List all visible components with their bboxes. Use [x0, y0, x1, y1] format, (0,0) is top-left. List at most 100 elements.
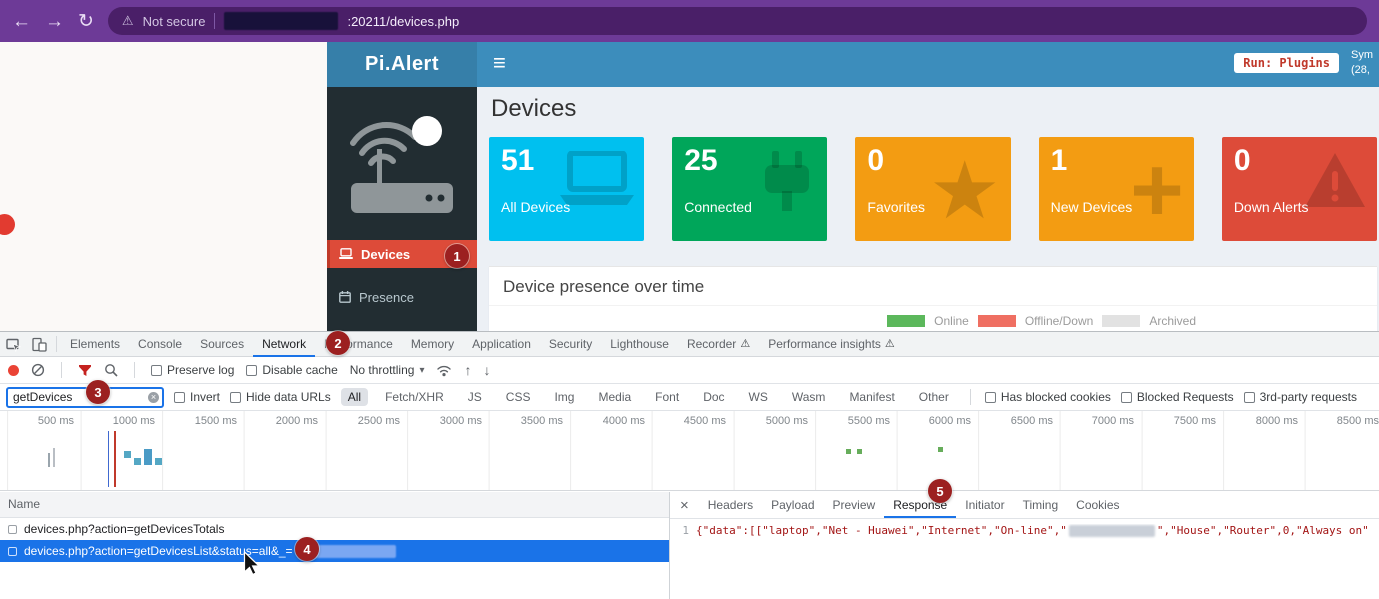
clear-icon[interactable] — [31, 363, 45, 377]
detail-tab-initiator[interactable]: Initiator — [956, 492, 1013, 518]
device-toolbar-icon[interactable] — [26, 332, 52, 357]
filter-chip-other[interactable]: Other — [912, 388, 956, 406]
refresh-icon[interactable]: ↻ — [78, 12, 94, 31]
legend-label[interactable]: Offline/Down — [1025, 314, 1093, 328]
not-secure-label[interactable]: Not secure — [143, 14, 206, 29]
chevron-down-icon: ▾ — [419, 365, 424, 376]
filter-icon[interactable] — [78, 364, 92, 377]
request-list-pane: Name devices.php?action=getDevicesTotals… — [0, 492, 670, 599]
disable-cache-checkbox[interactable]: Disable cache — [246, 363, 337, 377]
checkbox[interactable] — [151, 365, 162, 376]
checkbox[interactable] — [174, 392, 185, 403]
search-icon[interactable] — [104, 363, 118, 377]
filter-chip-manifest[interactable]: Manifest — [842, 388, 901, 406]
filter-chip-all[interactable]: All — [341, 388, 368, 406]
card-connected[interactable]: 25 Connected — [672, 137, 827, 241]
detail-tab-timing[interactable]: Timing — [1014, 492, 1068, 518]
tab-security[interactable]: Security — [540, 332, 601, 357]
detail-tab-cookies[interactable]: Cookies — [1067, 492, 1128, 518]
request-row-selected[interactable]: devices.php?action=getDevicesList&status… — [0, 540, 669, 562]
filter-chip-ws[interactable]: WS — [742, 388, 775, 406]
legend-label[interactable]: Archived — [1149, 314, 1196, 328]
has-blocked-cookies-checkbox[interactable]: Has blocked cookies — [985, 390, 1111, 404]
back-icon[interactable]: ← — [12, 12, 31, 31]
checkbox[interactable] — [1121, 392, 1132, 403]
close-icon[interactable]: × — [670, 497, 699, 514]
blocked-requests-checkbox[interactable]: Blocked Requests — [1121, 390, 1234, 404]
detail-tab-headers[interactable]: Headers — [699, 492, 762, 518]
invert-checkbox[interactable]: Invert — [174, 390, 220, 404]
third-party-requests-checkbox[interactable]: 3rd-party requests — [1244, 390, 1357, 404]
tab-application[interactable]: Application — [463, 332, 540, 357]
checkbox[interactable] — [985, 392, 996, 403]
tab-sources[interactable]: Sources — [191, 332, 253, 357]
filter-chip-js[interactable]: JS — [461, 388, 489, 406]
card-all-devices[interactable]: 51 All Devices — [489, 137, 644, 241]
inspect-element-icon[interactable] — [0, 332, 26, 357]
tab-memory[interactable]: Memory — [402, 332, 463, 357]
timeline-activity-mark — [155, 458, 162, 465]
tab-elements[interactable]: Elements — [61, 332, 129, 357]
detail-tab-payload[interactable]: Payload — [762, 492, 823, 518]
timeline-tick-label: 6500 ms — [983, 415, 1053, 427]
legend-swatch-offline — [978, 315, 1016, 327]
request-list-header[interactable]: Name — [0, 492, 669, 518]
timeline-tick-label: 2500 ms — [330, 415, 400, 427]
preserve-log-checkbox[interactable]: Preserve log — [151, 363, 234, 377]
checkbox[interactable] — [1244, 392, 1255, 403]
timeline-tick-label: 5000 ms — [738, 415, 808, 427]
hide-data-urls-checkbox[interactable]: Hide data URLs — [230, 390, 331, 404]
not-secure-warning-icon[interactable]: ⚠ — [122, 13, 134, 29]
tab-network[interactable]: Network — [253, 332, 315, 357]
timeline-activity-mark — [53, 448, 55, 467]
timeline-tick-label: 1500 ms — [167, 415, 237, 427]
timeline-activity-mark — [144, 449, 152, 465]
menu-toggle-icon[interactable]: ≡ — [493, 52, 506, 74]
tab-lighthouse[interactable]: Lighthouse — [601, 332, 678, 357]
request-doc-icon — [8, 547, 17, 556]
card-down-alerts[interactable]: 0 Down Alerts — [1222, 137, 1377, 241]
router-logo-icon — [327, 87, 477, 226]
forward-icon[interactable]: → — [45, 12, 64, 31]
throttling-dropdown[interactable]: No throttling ▾ — [350, 363, 425, 377]
timeline-tick-label: 500 ms — [4, 415, 74, 427]
timeline-activity-mark — [124, 451, 131, 458]
timeline-tick-label: 4000 ms — [575, 415, 645, 427]
redacted-response-value — [1069, 525, 1155, 537]
presence-panel: Device presence over time Online Offline… — [489, 266, 1377, 331]
checkbox[interactable] — [246, 365, 257, 376]
checkbox[interactable] — [230, 392, 241, 403]
omnibox-separator — [214, 13, 215, 29]
sidebar-item-presence[interactable]: Presence — [327, 283, 477, 311]
filter-chip-css[interactable]: CSS — [499, 388, 538, 406]
network-overview-timeline[interactable]: 500 ms 1000 ms 1500 ms 2000 ms 2500 ms 3… — [0, 411, 1379, 491]
response-viewer: 1 {"data":[["laptop","Net - Huawei","Int… — [670, 519, 1379, 599]
sidebar-item-label: Presence — [359, 290, 414, 305]
detail-tab-preview[interactable]: Preview — [824, 492, 885, 518]
tab-performance-insights[interactable]: Performance insights⚠ — [759, 332, 904, 357]
tab-recorder[interactable]: Recorder⚠ — [678, 332, 759, 357]
timeline-domcontent-line — [108, 431, 109, 487]
clear-filter-icon[interactable]: × — [148, 392, 159, 403]
card-new-devices[interactable]: 1 New Devices + — [1039, 137, 1194, 241]
request-row[interactable]: devices.php?action=getDevicesTotals — [0, 518, 669, 540]
record-icon[interactable] — [8, 365, 19, 376]
network-conditions-icon[interactable] — [436, 364, 452, 377]
tab-console[interactable]: Console — [129, 332, 191, 357]
export-har-icon[interactable]: ↓ — [483, 362, 490, 378]
app-navbar: ≡ Run: Plugins Sym (28, — [477, 42, 1379, 87]
request-doc-icon — [8, 525, 17, 534]
filter-chip-img[interactable]: Img — [547, 388, 581, 406]
filter-chip-fetch-xhr[interactable]: Fetch/XHR — [378, 388, 451, 406]
legend-label[interactable]: Online — [934, 314, 969, 328]
address-bar[interactable]: ⚠ Not secure :20211/devices.php — [108, 7, 1367, 35]
filter-chip-media[interactable]: Media — [591, 388, 638, 406]
filter-chip-wasm[interactable]: Wasm — [785, 388, 833, 406]
filter-chip-doc[interactable]: Doc — [696, 388, 731, 406]
brand-logo[interactable]: Pi.Alert — [327, 42, 477, 87]
run-plugins-button[interactable]: Run: Plugins — [1234, 53, 1339, 73]
card-favorites[interactable]: 0 Favorites ★ — [855, 137, 1010, 241]
filter-input[interactable] — [6, 387, 164, 408]
import-har-icon[interactable]: ↑ — [464, 362, 471, 378]
filter-chip-font[interactable]: Font — [648, 388, 686, 406]
